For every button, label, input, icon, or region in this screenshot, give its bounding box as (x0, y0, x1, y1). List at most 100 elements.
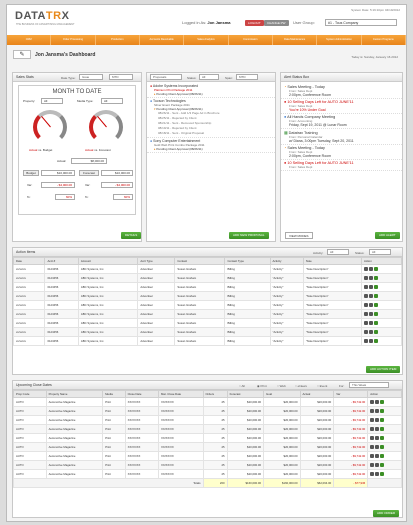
column-header[interactable]: Contact (174, 257, 226, 265)
email-icon[interactable] (369, 312, 373, 316)
radio-event[interactable]: ○ Event (317, 382, 327, 391)
email-icon[interactable] (375, 445, 380, 449)
check-icon[interactable] (374, 330, 378, 334)
nav-item-accounts-receivable[interactable]: Accounts Receivable (140, 35, 185, 45)
column-header[interactable]: Account (77, 257, 139, 265)
table-row[interactable]: AUTO Automotive Magazine Print XX/XX/XX XX/X… (13, 442, 402, 452)
for-select[interactable]: This Week (349, 382, 389, 388)
check-icon[interactable] (374, 312, 378, 316)
check-icon[interactable] (380, 463, 385, 467)
radio-print[interactable]: ◉ Print (257, 382, 267, 391)
table-row[interactable]: xx/xx/xx 0123456 ABC Systems, Inc. Advertis… (12, 273, 402, 283)
table-row[interactable]: AUTO Automotive Magazine Print XX/XX/XX XX/X… (13, 406, 402, 416)
nav-item-production[interactable]: Production (96, 35, 140, 45)
column-header[interactable]: Mat. Close Date (158, 390, 204, 398)
proposal-item[interactable]: ● Tucson Technologies Silver Event Packa… (147, 98, 275, 138)
view-icon[interactable] (370, 427, 375, 431)
column-header[interactable]: Activity (269, 257, 304, 265)
view-icon[interactable] (364, 330, 368, 334)
table-row[interactable]: xx/xx/xx 0123456 ABC Systems, Inc. Advertis… (12, 282, 402, 292)
view-icon[interactable] (370, 445, 375, 449)
column-header[interactable]: Goal (263, 390, 301, 398)
table-row[interactable]: xx/xx/xx 0123456 ABC Systems, Inc. Advertis… (12, 309, 402, 319)
add-action-item-button[interactable]: ADD ACTION ITEM (366, 366, 401, 373)
alert-item[interactable]: ● 10 Selling Days Left for AUTO JUNE'11 F… (281, 99, 402, 114)
email-icon[interactable] (375, 454, 380, 458)
email-icon[interactable] (369, 294, 373, 298)
nav-item-system-administration[interactable]: System Administration (317, 35, 362, 45)
column-header[interactable]: Acct Type (137, 257, 176, 265)
table-row[interactable]: AUTO Automotive Magazine Print XX/XX/XX XX/X… (13, 397, 402, 407)
view-icon[interactable] (364, 267, 368, 271)
add-new-proposal-button[interactable]: ADD NEW PROPOSAL (229, 232, 269, 239)
alert-item[interactable]: ● All Hands Company Meeting From: Account… (281, 114, 402, 129)
nav-item-custom-programs[interactable]: Custom Programs (362, 35, 406, 45)
add-alert-button[interactable]: ADD ALERT (375, 232, 400, 239)
email-icon[interactable] (375, 400, 380, 404)
email-icon[interactable] (375, 436, 380, 440)
check-icon[interactable] (374, 321, 378, 325)
details-button[interactable]: DETAILS (121, 232, 142, 239)
add-order-button[interactable]: ADD ORDER (373, 510, 400, 517)
check-icon[interactable] (380, 400, 385, 404)
alert-item[interactable]: ◔ Sales Meeting - Today From: Sales Dept 2… (281, 84, 402, 99)
view-icon[interactable] (370, 400, 375, 404)
alert-item[interactable]: ▦ Datatrax Training From: Personal Calend… (281, 129, 402, 145)
email-icon[interactable] (369, 303, 373, 307)
email-icon[interactable] (375, 427, 380, 431)
email-icon[interactable] (369, 330, 373, 334)
table-row[interactable]: AUTO Automotive Magazine Print XX/XX/XX XX/X… (13, 469, 402, 479)
activity-select[interactable]: All (327, 249, 349, 255)
proposal-item[interactable]: ● Sony Computer Entertainment Gold Web P… (147, 138, 275, 153)
email-icon[interactable] (369, 339, 373, 343)
table-row[interactable]: AUTO Automotive Magazine Print XX/XX/XX XX/X… (13, 415, 402, 425)
table-row[interactable]: AUTO Automotive Magazine Print XX/XX/XX XX/X… (13, 460, 402, 470)
alert-item[interactable]: ● 10 Selling Days Left for AUTO JUNE'11 F… (281, 160, 402, 171)
alert-item[interactable]: ◔ Sales Meeting - Today From: Sales Dept 2… (281, 145, 402, 160)
email-icon[interactable] (369, 267, 373, 271)
nav-item-sales-analytics[interactable]: Sales Analytics (184, 35, 229, 45)
check-icon[interactable] (374, 303, 378, 307)
table-row[interactable]: xx/xx/xx 0123456 ABC Systems, Inc. Advertis… (12, 300, 402, 310)
property-select[interactable]: All (41, 98, 63, 104)
column-header[interactable]: Acct # (44, 257, 79, 265)
view-icon[interactable] (370, 418, 375, 422)
view-icon[interactable] (364, 303, 368, 307)
column-header[interactable]: Forecast (226, 390, 265, 398)
table-row[interactable]: AUTO Automotive Magazine Print XX/XX/XX XX/X… (13, 433, 402, 443)
email-icon[interactable] (375, 463, 380, 467)
check-icon[interactable] (380, 472, 385, 476)
column-header[interactable]: Note (302, 257, 363, 265)
dashboard-icon[interactable]: ✎ (13, 50, 31, 59)
proposal-span-select[interactable]: MTD (236, 74, 258, 80)
email-icon[interactable] (369, 276, 373, 280)
budget-field[interactable]: $10,000.00 (41, 170, 75, 176)
nav-item-crm[interactable]: CRM (7, 35, 52, 45)
check-icon[interactable] (380, 436, 385, 440)
proposals-select[interactable]: Proposals (150, 74, 182, 80)
view-icon[interactable] (364, 339, 368, 343)
actual-field[interactable]: $8,000.00 (71, 158, 107, 164)
date-type-select[interactable]: Issue (79, 74, 103, 80)
view-icon[interactable] (370, 463, 375, 467)
change-password-button[interactable]: CHANGE PW (264, 20, 289, 26)
sales-span-select[interactable]: MTD (109, 74, 133, 80)
radio-web[interactable]: ○ Web (277, 382, 286, 391)
view-icon[interactable] (364, 285, 368, 289)
forecast-field[interactable]: $10,000.00 (101, 170, 133, 176)
check-icon[interactable] (380, 445, 385, 449)
column-header[interactable]: Orders (202, 390, 228, 398)
column-header[interactable]: Date (12, 257, 46, 265)
table-row[interactable]: AUTO Automotive Magazine Print XX/XX/XX XX/X… (13, 424, 402, 434)
column-header[interactable]: Contact Type (224, 257, 271, 265)
nav-item-data-maintenance[interactable]: Data Maintenance (273, 35, 318, 45)
column-header[interactable]: Prop Code (13, 390, 47, 398)
email-icon[interactable] (375, 409, 380, 413)
radio-enews[interactable]: ○ eNews (295, 382, 307, 391)
column-header[interactable]: Var (333, 390, 369, 398)
proposal-status-select[interactable]: All (199, 74, 219, 80)
user-group-select[interactable]: #1 - Tous Company (325, 19, 397, 26)
logo[interactable]: DATATRX (15, 10, 69, 22)
view-icon[interactable] (370, 436, 375, 440)
table-row[interactable]: xx/xx/xx 0123456 ABC Systems, Inc. Advertis… (12, 291, 402, 301)
